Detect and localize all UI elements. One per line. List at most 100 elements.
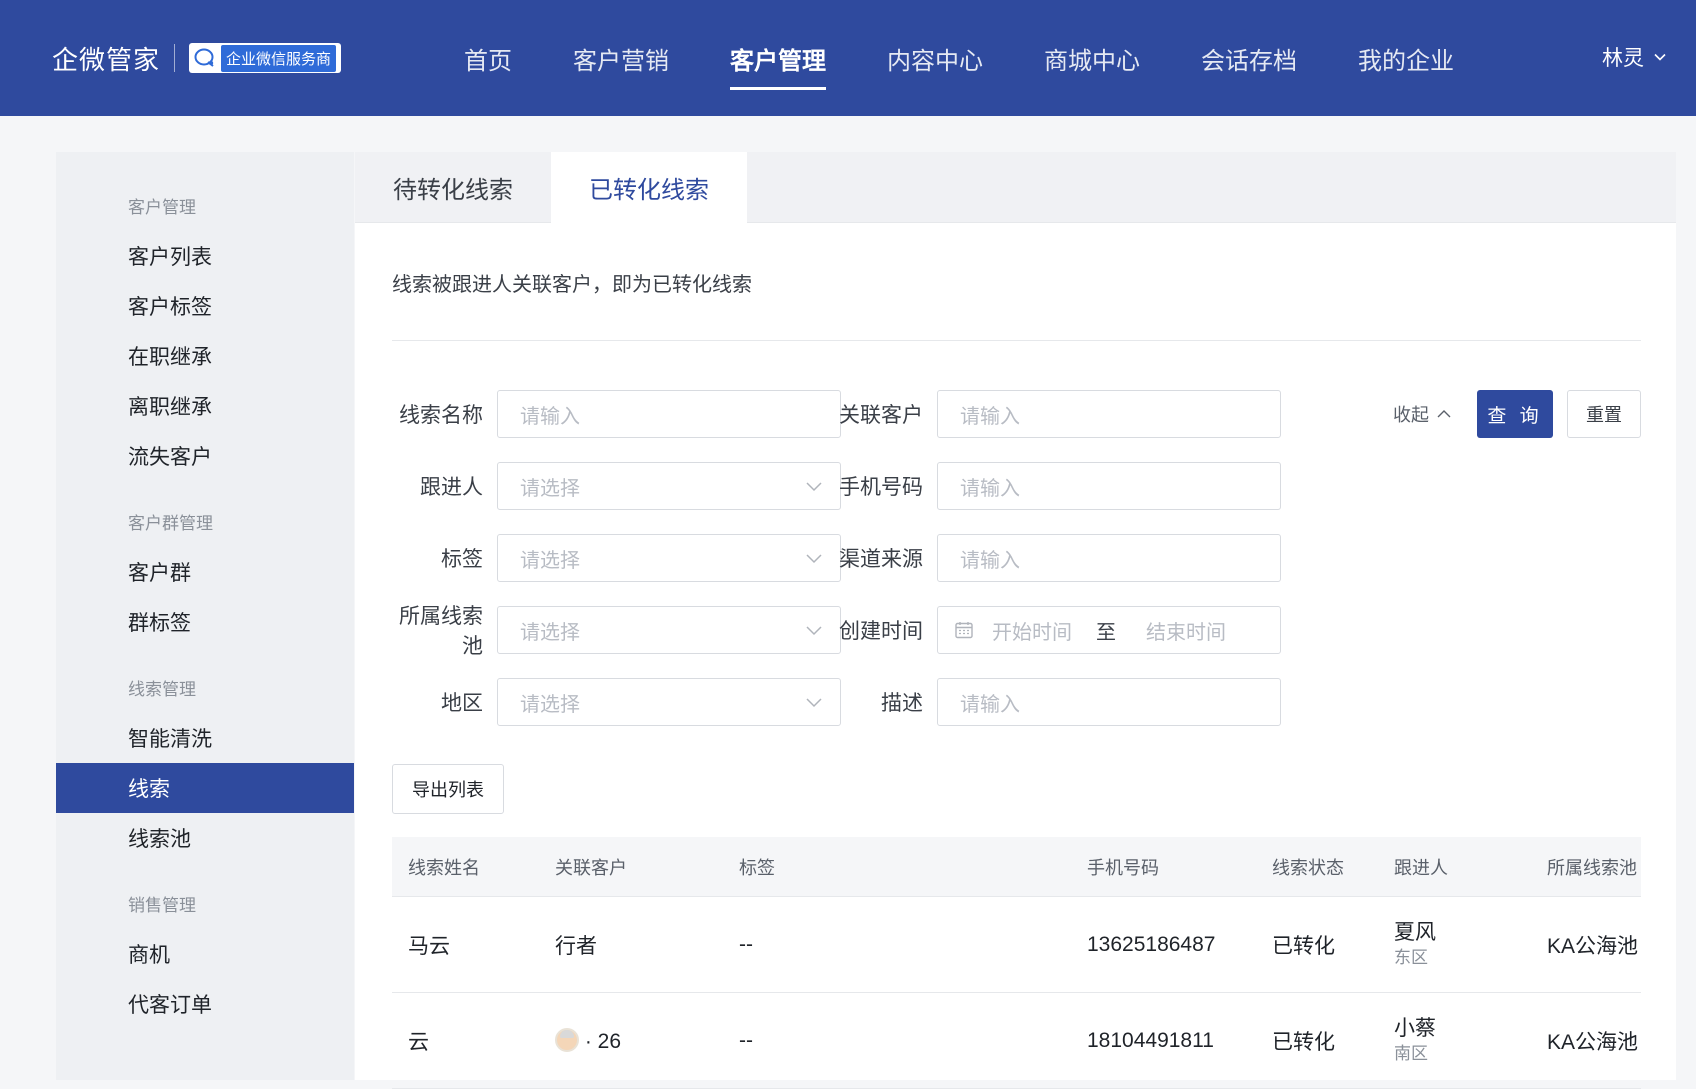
end-date-input[interactable]: 结束时间: [1146, 616, 1226, 645]
sidebar-item-lost-customers[interactable]: 流失客户: [56, 431, 354, 481]
cell-phone: 18104491811: [1087, 1028, 1214, 1052]
created-time-label: 创建时间: [839, 620, 923, 643]
user-menu[interactable]: 林灵: [1602, 40, 1666, 74]
channel-label: 渠道来源: [839, 548, 923, 571]
sidebar-item-lead-pool[interactable]: 线索池: [56, 813, 354, 863]
tab-pending-leads[interactable]: 待转化线索: [355, 152, 551, 223]
cell-tags: --: [739, 932, 753, 956]
tab-converted-leads[interactable]: 已转化线索: [551, 152, 747, 223]
related-customer-label: 关联客户: [839, 404, 923, 427]
nav-customer-management[interactable]: 客户管理: [730, 0, 826, 116]
nav-session-archive[interactable]: 会话存档: [1201, 0, 1297, 116]
filter-region: 地区 请选择: [392, 678, 841, 726]
service-provider-badge: 企业微信服务商: [189, 43, 342, 73]
sidebar-item-opportunities[interactable]: 商机: [56, 929, 354, 979]
chevron-down-icon: [806, 626, 822, 636]
sidebar-group-customer-group: 客户群管理: [128, 513, 213, 533]
cell-related-customer[interactable]: · 26: [554, 1027, 739, 1054]
sidebar-item-resign-inherit[interactable]: 离职继承: [56, 381, 354, 431]
sidebar-group-leads: 线索管理: [128, 679, 196, 699]
leads-table: 线索姓名 关联客户 标签 手机号码 线索状态 跟进人 所属线索池 马云 行者 -…: [392, 837, 1641, 1089]
date-range-separator: 至: [1096, 621, 1116, 644]
follower-label: 跟进人: [420, 476, 483, 499]
filter-created-time: 创建时间 开始时间 至 结束时间: [832, 606, 1281, 654]
col-phone[interactable]: 手机号码: [1087, 854, 1272, 880]
brand[interactable]: 企微管家 企业微信服务商: [52, 38, 342, 78]
nav-home[interactable]: 首页: [464, 0, 512, 116]
customer-avatar-icon: [555, 1027, 579, 1052]
follower-area: 东区: [1394, 947, 1428, 967]
cell-follower: 夏风 东区: [1394, 920, 1547, 970]
top-bar: 企微管家 企业微信服务商 首页 客户营销 客户管理 内容中心 商城中心 会话存档…: [0, 0, 1696, 116]
chevron-down-icon: [806, 554, 822, 564]
cell-lead-name: 云: [408, 1030, 429, 1054]
follower-select[interactable]: 请选择: [497, 462, 841, 510]
region-placeholder: 请选择: [520, 693, 580, 716]
desc-input[interactable]: 请输入: [937, 678, 1281, 726]
pool-select[interactable]: 请选择: [497, 606, 841, 654]
created-date-range[interactable]: 开始时间 至 结束时间: [937, 606, 1281, 654]
sidebar-item-onjob-inherit[interactable]: 在职继承: [56, 331, 354, 381]
col-tags[interactable]: 标签: [739, 854, 1087, 880]
follower-placeholder: 请选择: [520, 477, 580, 500]
col-status[interactable]: 线索状态: [1272, 854, 1394, 880]
tag-select[interactable]: 请选择: [497, 534, 841, 582]
brand-name: 企微管家: [52, 44, 161, 75]
filter-follower: 跟进人 请选择: [392, 462, 841, 510]
chevron-down-icon: [1654, 53, 1666, 61]
cell-pool: KA公海池: [1547, 1030, 1639, 1054]
pool-placeholder: 请选择: [520, 621, 580, 644]
nav-my-enterprise[interactable]: 我的企业: [1358, 0, 1454, 116]
cell-lead-name: 马云: [408, 934, 450, 958]
query-button[interactable]: 查 询: [1477, 390, 1553, 438]
nav-mall-center[interactable]: 商城中心: [1044, 0, 1140, 116]
col-follower[interactable]: 跟进人: [1394, 854, 1547, 880]
filter-pool: 所属线索池 请选择: [392, 605, 841, 658]
customer-name: · 26: [584, 1029, 622, 1053]
filter-channel: 渠道来源 请输入: [832, 534, 1281, 582]
collapse-label: 收起: [1393, 405, 1429, 425]
user-name: 林灵: [1602, 47, 1644, 70]
table-row[interactable]: 云 · 26 -- 18104491811 已转化 小蔡 南区 KA公海池: [392, 993, 1641, 1089]
col-related-customer[interactable]: 关联客户: [554, 854, 739, 880]
channel-input[interactable]: 请输入: [937, 534, 1281, 582]
calendar-icon: [955, 622, 973, 639]
follower-name: 小蔡: [1394, 1016, 1436, 1040]
cell-related-customer[interactable]: 行者: [554, 930, 739, 960]
main-panel: 待转化线索 已转化线索 线索被跟进人关联客户，即为已转化线索 线索名称 请输入 …: [355, 152, 1676, 1089]
nav-customer-marketing[interactable]: 客户营销: [573, 0, 669, 116]
start-date-input[interactable]: 开始时间: [992, 616, 1072, 645]
cell-tags: --: [739, 1028, 753, 1052]
table-row[interactable]: 马云 行者 -- 13625186487 已转化 夏风 东区 KA公海池: [392, 897, 1641, 993]
related-customer-input[interactable]: 请输入: [937, 390, 1281, 438]
tag-placeholder: 请选择: [520, 549, 580, 572]
brand-divider: [174, 44, 176, 72]
region-select[interactable]: 请选择: [497, 678, 841, 726]
sidebar-item-group-tags[interactable]: 群标签: [56, 597, 354, 647]
table-header: 线索姓名 关联客户 标签 手机号码 线索状态 跟进人 所属线索池: [392, 837, 1641, 897]
sidebar-item-customer-list[interactable]: 客户列表: [56, 231, 354, 281]
cell-status: 已转化: [1272, 934, 1335, 958]
phone-input[interactable]: 请输入: [937, 462, 1281, 510]
lead-name-input[interactable]: 请输入: [497, 390, 841, 438]
sidebar-item-proxy-orders[interactable]: 代客订单: [56, 979, 354, 1029]
reset-button[interactable]: 重置: [1567, 390, 1641, 438]
chevron-up-icon: [1437, 410, 1451, 418]
nav-content-center[interactable]: 内容中心: [887, 0, 983, 116]
collapse-toggle[interactable]: 收起: [1393, 390, 1451, 438]
col-lead-name[interactable]: 线索姓名: [392, 854, 554, 880]
sidebar-item-smart-clean[interactable]: 智能清洗: [56, 713, 354, 763]
phone-label: 手机号码: [839, 476, 923, 499]
sidebar-item-leads[interactable]: 线索: [56, 763, 354, 813]
page-description: 线索被跟进人关联客户，即为已转化线索: [392, 274, 752, 296]
filter-tag: 标签 请选择: [392, 534, 841, 582]
lead-tabs: 待转化线索 已转化线索: [355, 152, 1676, 223]
export-list-button[interactable]: 导出列表: [392, 764, 504, 814]
sidebar-item-customer-group[interactable]: 客户群: [56, 547, 354, 597]
sidebar-item-customer-tags[interactable]: 客户标签: [56, 281, 354, 331]
lead-name-label: 线索名称: [399, 404, 483, 427]
filter-desc: 描述 请输入: [832, 678, 1281, 726]
pool-label: 所属线索池: [399, 605, 483, 658]
cell-phone: 13625186487: [1087, 932, 1216, 956]
col-pool[interactable]: 所属线索池: [1547, 854, 1641, 880]
